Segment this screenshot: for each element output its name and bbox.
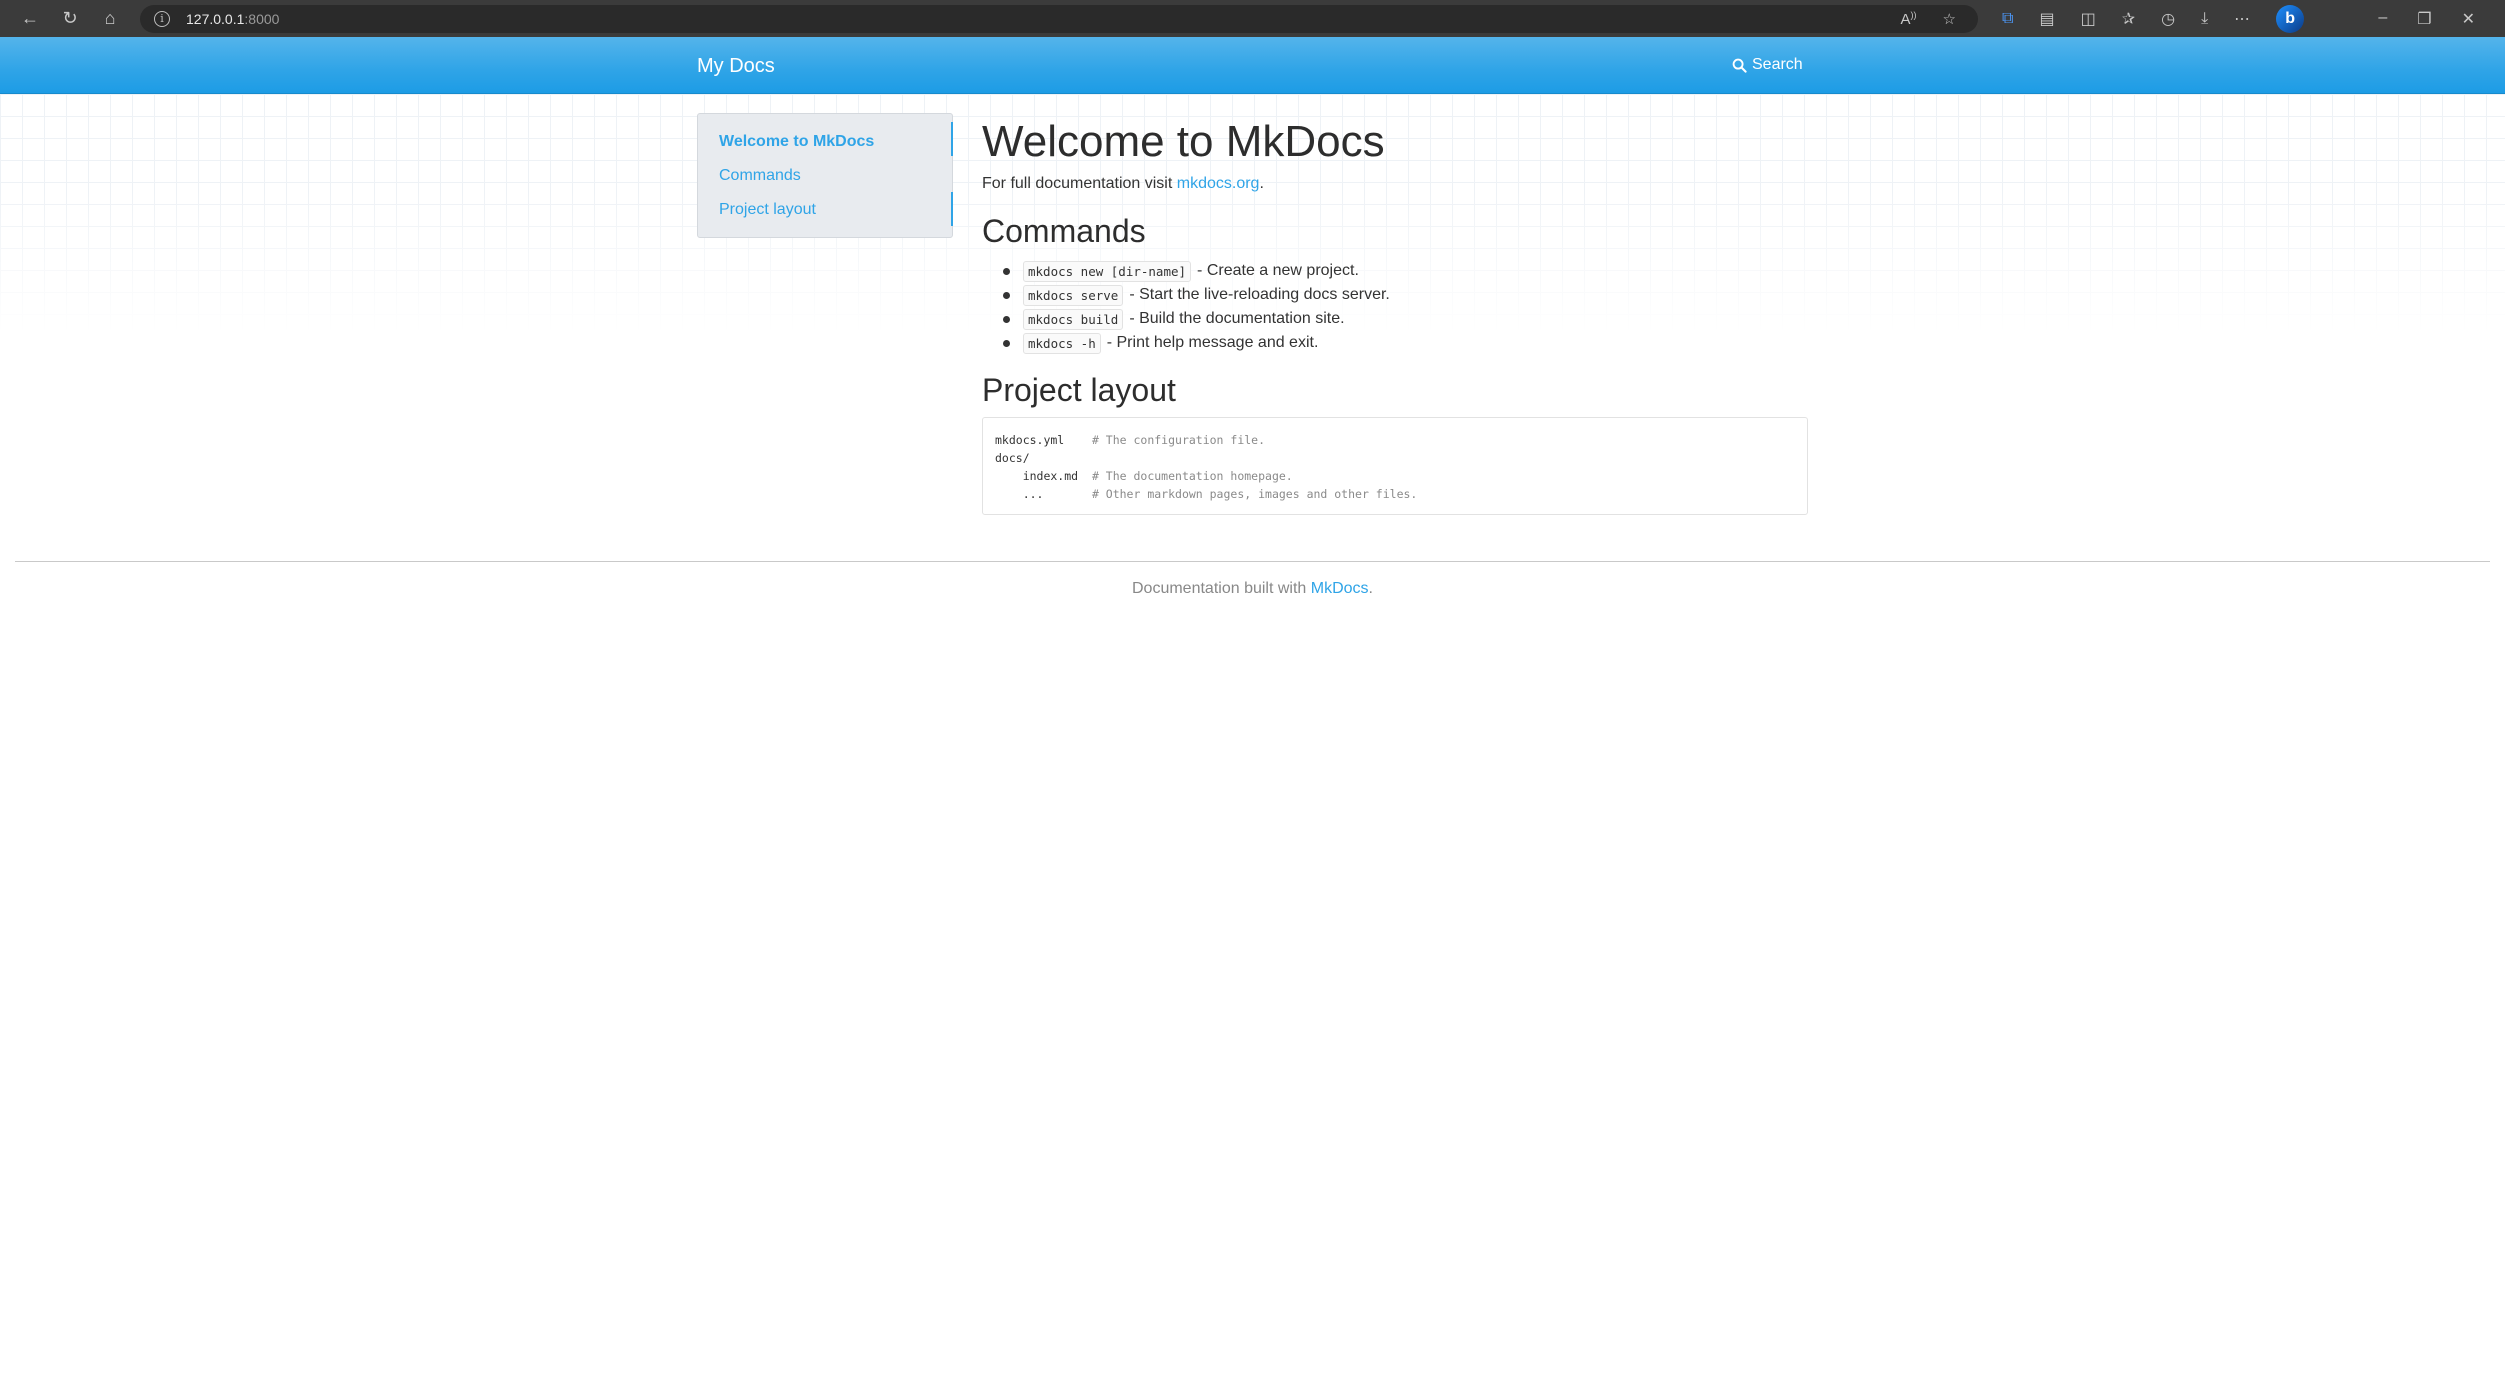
- restore-icon[interactable]: ❐: [2417, 9, 2431, 29]
- command-code: mkdocs new [dir-name]: [1023, 260, 1192, 282]
- address-port: :8000: [244, 10, 280, 27]
- list-item: mkdocs build - Build the documentation si…: [982, 307, 1390, 331]
- search-label: Search: [1752, 56, 1803, 73]
- command-code: mkdocs -h: [1023, 332, 1101, 354]
- address-host: 127.0.0.1: [186, 10, 245, 27]
- list-item: mkdocs serve - Start the live-reloading d…: [982, 283, 1390, 307]
- toc-item-commands[interactable]: Commands: [719, 167, 801, 185]
- command-code: mkdocs build: [1023, 308, 1124, 330]
- read-aloud-icon[interactable]: A)): [1901, 10, 1917, 28]
- footer-suffix: .: [1368, 580, 1373, 597]
- layout-line-comment: # The configuration file.: [1091, 433, 1266, 447]
- page-footer: Documentation built with MkDocs.: [0, 580, 2505, 598]
- minimize-icon[interactable]: –: [2378, 9, 2387, 29]
- command-desc: - Create a new project.: [1197, 262, 1359, 279]
- layout-line-text: ...: [995, 487, 1092, 501]
- layout-line-text: docs/: [995, 451, 1030, 465]
- toc-section-marker: [951, 192, 953, 226]
- layout-line-comment: # The documentation homepage.: [1091, 469, 1293, 483]
- favorites-icon[interactable]: ✰: [2122, 9, 2135, 29]
- home-icon[interactable]: ⌂: [96, 5, 124, 33]
- split-screen-icon[interactable]: ◫: [2081, 9, 2096, 29]
- extension-icon[interactable]: ⧉: [2002, 10, 2013, 28]
- site-brand-link[interactable]: My Docs: [697, 55, 775, 78]
- layout-line-text: mkdocs.yml: [995, 433, 1092, 447]
- footer-divider: [15, 561, 2490, 562]
- bing-copilot-icon[interactable]: b: [2276, 4, 2305, 33]
- layout-line-text: index.md: [995, 469, 1092, 483]
- more-menu-icon[interactable]: ⋯: [2234, 9, 2250, 29]
- back-icon[interactable]: ←: [16, 5, 44, 33]
- close-icon[interactable]: ✕: [2462, 9, 2475, 29]
- page-title: Welcome to MkDocs: [982, 117, 1385, 166]
- toc-active-marker: [951, 122, 953, 156]
- downloads-icon[interactable]: ⤓: [2201, 10, 2208, 28]
- layout-line-comment: # Other markdown pages, images and other…: [1091, 487, 1418, 501]
- site-navbar: My Docs Search: [0, 37, 2505, 94]
- search-link[interactable]: Search: [1732, 56, 1803, 74]
- commands-list: mkdocs new [dir-name] - Create a new proj…: [982, 259, 1390, 355]
- list-item: mkdocs new [dir-name] - Create a new proj…: [982, 259, 1390, 283]
- project-layout-heading: Project layout: [982, 372, 1176, 408]
- reload-icon[interactable]: ↻: [56, 5, 84, 33]
- intro-paragraph: For full documentation visit mkdocs.org.: [982, 175, 1264, 193]
- mkdocs-org-link[interactable]: mkdocs.org: [1177, 175, 1260, 192]
- address-bar[interactable]: i 127.0.0.1:8000 A)) ☆: [140, 4, 1978, 33]
- project-layout-code-block: mkdocs.yml # The configuration file. doc…: [982, 417, 1808, 515]
- browser-toolbar: ← ↻ ⌂ i 127.0.0.1:8000 A)) ☆ ⧉ ▤ ◫ ✰ ◷ ⤓…: [0, 0, 2505, 37]
- list-item: mkdocs -h - Print help message and exit.: [982, 331, 1390, 355]
- command-desc: - Print help message and exit.: [1106, 334, 1319, 351]
- search-icon: [1732, 58, 1747, 73]
- commands-heading: Commands: [982, 213, 1146, 249]
- command-desc: - Build the documentation site.: [1129, 310, 1345, 327]
- toc-sidebar: Welcome to MkDocs Commands Project layou…: [697, 113, 953, 238]
- intro-text: For full documentation visit: [982, 175, 1177, 192]
- favorite-star-icon[interactable]: ☆: [1943, 10, 1956, 28]
- site-info-icon[interactable]: i: [154, 10, 170, 27]
- reading-view-icon[interactable]: ▤: [2039, 9, 2054, 29]
- toc-item-welcome[interactable]: Welcome to MkDocs: [719, 133, 874, 151]
- toc-item-project-layout[interactable]: Project layout: [719, 201, 816, 219]
- mkdocs-footer-link[interactable]: MkDocs: [1311, 580, 1369, 597]
- footer-text: Documentation built with: [1132, 580, 1311, 597]
- command-code: mkdocs serve: [1023, 284, 1124, 306]
- intro-suffix: .: [1259, 175, 1264, 192]
- command-desc: - Start the live-reloading docs server.: [1129, 286, 1390, 303]
- history-icon[interactable]: ◷: [2161, 9, 2175, 29]
